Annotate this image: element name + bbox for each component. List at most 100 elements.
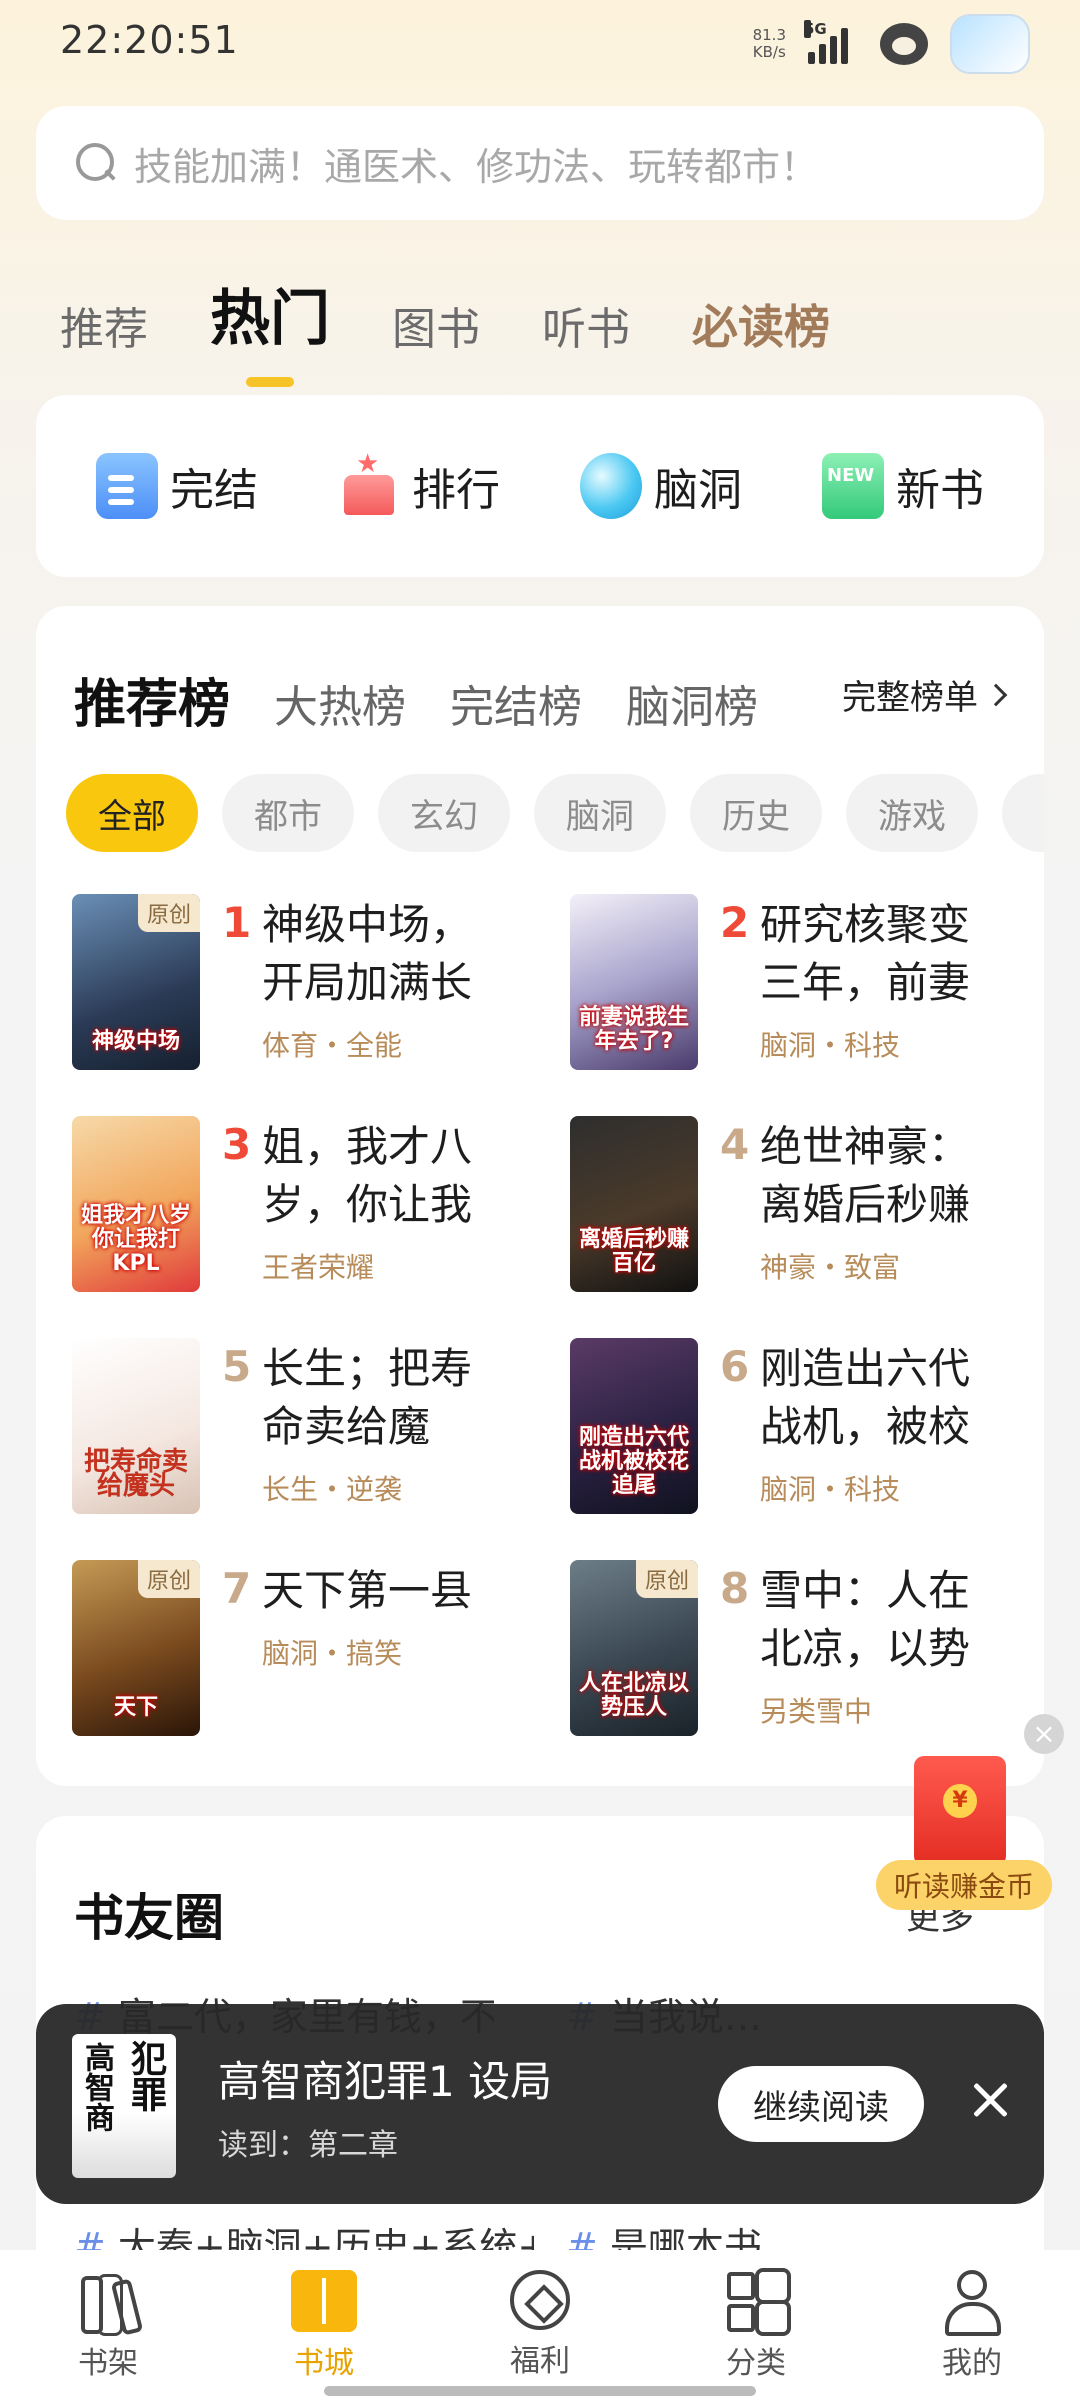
paw-icon <box>880 23 928 65</box>
rank-tab-hot[interactable]: 大热榜 <box>274 671 406 735</box>
original-badge: 原创 <box>137 1560 200 1598</box>
tab-hot[interactable]: 热门 <box>210 270 330 387</box>
book-cover: 前妻说我生年去了? <box>570 894 698 1070</box>
chip-all[interactable]: 全部 <box>66 774 198 852</box>
red-packet-icon[interactable] <box>914 1756 1006 1866</box>
book-item[interactable]: 原创 神级中场 1 神级中场，开局加满长 体育・全能 <box>72 894 552 1074</box>
book-tags: 脑洞・搞笑 <box>262 1637 403 1670</box>
tab-must-read[interactable]: 必读榜 <box>692 291 830 357</box>
chip-fantasy[interactable]: 玄幻 <box>378 774 510 852</box>
rank-tab-recommend[interactable]: 推荐榜 <box>74 662 230 737</box>
tab-recommend[interactable]: 推荐 <box>60 293 148 357</box>
book-title: 神级中场，开局加满长 <box>262 900 473 1007</box>
nav-profile[interactable]: 我的 <box>892 2270 1052 2382</box>
rank-number: 7 <box>222 1564 252 1613</box>
book-item[interactable]: 刚造出六代战机被校花追尾 6 刚造出六代战机，被校 脑洞・科技 <box>570 1338 1050 1518</box>
reading-progress: 读到：第二章 <box>218 2128 398 2163</box>
nav-welfare[interactable]: 福利 <box>460 2270 620 2380</box>
book-title: 姐，我才八岁，你让我 <box>262 1122 473 1229</box>
nav-bookstore[interactable]: 书城 <box>244 2270 404 2382</box>
book-title: 刚造出六代战机，被校 <box>760 1344 971 1451</box>
book-cover: 刚造出六代战机被校花追尾 <box>570 1338 698 1514</box>
document-icon <box>96 453 158 519</box>
close-icon[interactable]: × <box>1024 1714 1064 1754</box>
book-cover: 离婚后秒赚百亿 <box>570 1116 698 1292</box>
bookshelf-icon <box>75 2270 141 2334</box>
book-item[interactable]: 把寿命卖给魔头 5 长生；把寿命卖给魔 长生・逆袭 <box>72 1338 552 1518</box>
book-item[interactable]: 离婚后秒赚百亿 4 绝世神豪：离婚后秒赚 神豪・致富 <box>570 1116 1050 1296</box>
chip-brainstorm[interactable]: 脑洞 <box>534 774 666 852</box>
quick-entries: 完结 排行 脑洞 新书 <box>36 395 1044 577</box>
search-input[interactable]: 技能加满！通医术、修功法、玩转都市！ <box>134 136 818 191</box>
rank-number: 2 <box>720 898 750 947</box>
chip-history[interactable]: 历史 <box>690 774 822 852</box>
reward-label[interactable]: 听读赚金币 <box>876 1860 1053 1910</box>
rank-number: 6 <box>720 1342 750 1391</box>
cover-title: 神级中场 <box>91 1029 180 1054</box>
rank-number: 1 <box>222 898 252 947</box>
close-icon[interactable] <box>960 2072 1024 2136</box>
avatar <box>950 14 1030 74</box>
crystal-ball-icon <box>580 453 642 519</box>
search-icon <box>74 141 118 185</box>
book-cover: 姐我才八岁你让我打KPL <box>72 1116 200 1292</box>
book-cover: 原创 神级中场 <box>72 894 200 1070</box>
full-list-link[interactable]: 完整榜单 <box>842 670 1008 719</box>
quick-entry-ranking[interactable]: 排行 <box>338 449 500 519</box>
book-cover: 原创 天下 <box>72 1560 200 1736</box>
home-indicator[interactable] <box>324 2386 756 2396</box>
book-cover: 高智商 犯罪 <box>72 2034 176 2178</box>
continue-reading-bar: 高智商 犯罪 高智商犯罪1 设局 读到：第二章 继续阅读 <box>36 2004 1044 2204</box>
signal-icon: 5G <box>804 20 858 64</box>
original-badge: 原创 <box>635 1560 698 1598</box>
book-item[interactable]: 原创 天下 7 天下第一县 脑洞・搞笑 <box>72 1560 552 1740</box>
tab-books[interactable]: 图书 <box>392 293 480 357</box>
net-speed: 81.3 KB/s <box>752 26 786 61</box>
user-icon <box>939 2270 1005 2336</box>
book-tags: 脑洞・科技 <box>760 1473 901 1506</box>
book-title: 长生；把寿命卖给魔 <box>262 1344 473 1451</box>
book-item[interactable]: 原创 人在北凉以势压人 8 雪中：人在北凉，以势 另类雪中 <box>570 1560 1050 1740</box>
grid-icon <box>723 2270 789 2332</box>
book-title: 高智商犯罪1 设局 <box>218 2057 553 2106</box>
quick-entry-brainstorm[interactable]: 脑洞 <box>580 453 742 519</box>
cover-title: 犯罪 <box>125 2040 166 2112</box>
nav-categories[interactable]: 分类 <box>676 2270 836 2382</box>
chip-games[interactable]: 游戏 <box>846 774 978 852</box>
tab-audiobooks[interactable]: 听书 <box>542 293 630 357</box>
book-tags: 王者荣耀 <box>262 1251 375 1284</box>
search-bar[interactable]: 技能加满！通医术、修功法、玩转都市！ <box>36 106 1044 220</box>
rank-number: 3 <box>222 1120 252 1169</box>
book-item[interactable]: 前妻说我生年去了? 2 研究核聚变三年，前妻 脑洞・科技 <box>570 894 1050 1074</box>
continue-reading-button[interactable]: 继续阅读 <box>718 2066 924 2142</box>
status-icons: 81.3 KB/s 5G <box>753 14 1030 74</box>
book-title: 雪中：人在北凉，以势 <box>760 1566 971 1673</box>
cover-title: 刚造出六代战机被校花追尾 <box>578 1425 689 1498</box>
rank-tab-completed[interactable]: 完结榜 <box>450 671 582 735</box>
book-tags: 长生・逆袭 <box>262 1473 403 1506</box>
book-cover: 把寿命卖给魔头 <box>72 1338 200 1514</box>
book-item[interactable]: 姐我才八岁你让我打KPL 3 姐，我才八岁，你让我 王者荣耀 <box>72 1116 552 1296</box>
quick-entry-completed[interactable]: 完结 <box>96 453 258 519</box>
rank-tab-brainstorm[interactable]: 脑洞榜 <box>626 671 758 735</box>
cover-title: 姐我才八岁你让我打KPL <box>80 1203 191 1276</box>
ranking-tabs: 推荐榜 大热榜 完结榜 脑洞榜 <box>74 662 802 737</box>
chevron-right-icon <box>984 683 1008 706</box>
top-tabs: 推荐 热门 图书 听书 必读榜 <box>60 270 892 387</box>
cover-title: 天下 <box>113 1695 158 1720</box>
new-badge-icon <box>822 453 884 519</box>
quick-entry-new-books[interactable]: 新书 <box>822 453 984 519</box>
book-title: 绝世神豪：离婚后秒赚 <box>760 1122 971 1229</box>
cover-title: 把寿命卖给魔头 <box>83 1447 188 1501</box>
genre-chips: 全部 都市 玄幻 脑洞 历史 游戏 <box>66 774 1044 852</box>
nav-bookshelf[interactable]: 书架 <box>28 2270 188 2382</box>
bottom-nav: 书架 书城 福利 分类 我的 <box>0 2250 1080 2400</box>
coin-icon <box>510 2270 570 2330</box>
open-book-icon <box>291 2270 357 2332</box>
book-title: 研究核聚变三年，前妻 <box>760 900 971 1007</box>
section-title: 书友圈 <box>74 1889 224 1947</box>
chip-urban[interactable]: 都市 <box>222 774 354 852</box>
chip-more[interactable] <box>1002 774 1044 852</box>
rank-number: 4 <box>720 1120 750 1169</box>
rank-number: 5 <box>222 1342 252 1391</box>
